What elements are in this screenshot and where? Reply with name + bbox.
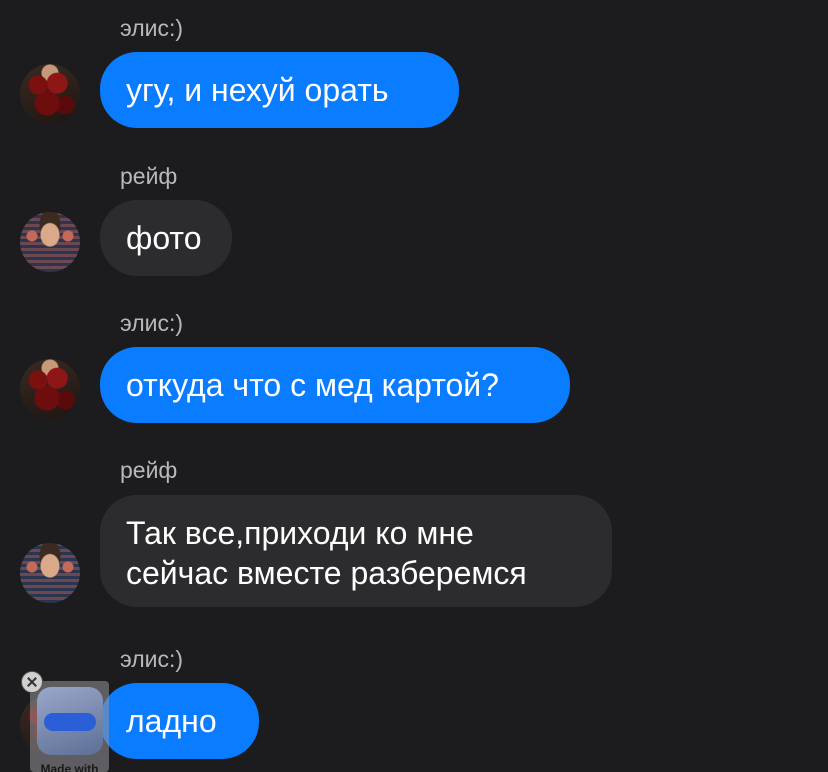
message-bubble[interactable]: Так все,приходи ко мне сейчас вместе раз…: [100, 495, 612, 607]
message-pill-icon: [44, 713, 96, 731]
message-bubble[interactable]: ладно: [100, 683, 259, 759]
app-logo-icon: [37, 687, 103, 755]
watermark-label: Made with: [40, 762, 99, 772]
avatar-reif[interactable]: [20, 212, 80, 272]
sender-name: рейф: [120, 457, 178, 483]
sender-name: элис:): [120, 646, 184, 672]
watermark-badge[interactable]: Made with: [30, 681, 109, 772]
avatar-alice[interactable]: [20, 359, 80, 419]
message-bubble[interactable]: угу, и нехуй орать: [100, 52, 459, 128]
message-bubble[interactable]: откуда что с мед картой?: [100, 347, 570, 423]
chat-thread: элис:) угу, и нехуй орать рейф фото элис…: [0, 0, 828, 772]
message-bubble[interactable]: фото: [100, 200, 232, 276]
sender-name: элис:): [120, 310, 184, 336]
sender-name: элис:): [120, 15, 184, 41]
avatar-reif[interactable]: [20, 543, 80, 603]
sender-name: рейф: [120, 163, 178, 189]
close-icon[interactable]: [21, 671, 43, 693]
avatar-alice[interactable]: [20, 64, 80, 124]
